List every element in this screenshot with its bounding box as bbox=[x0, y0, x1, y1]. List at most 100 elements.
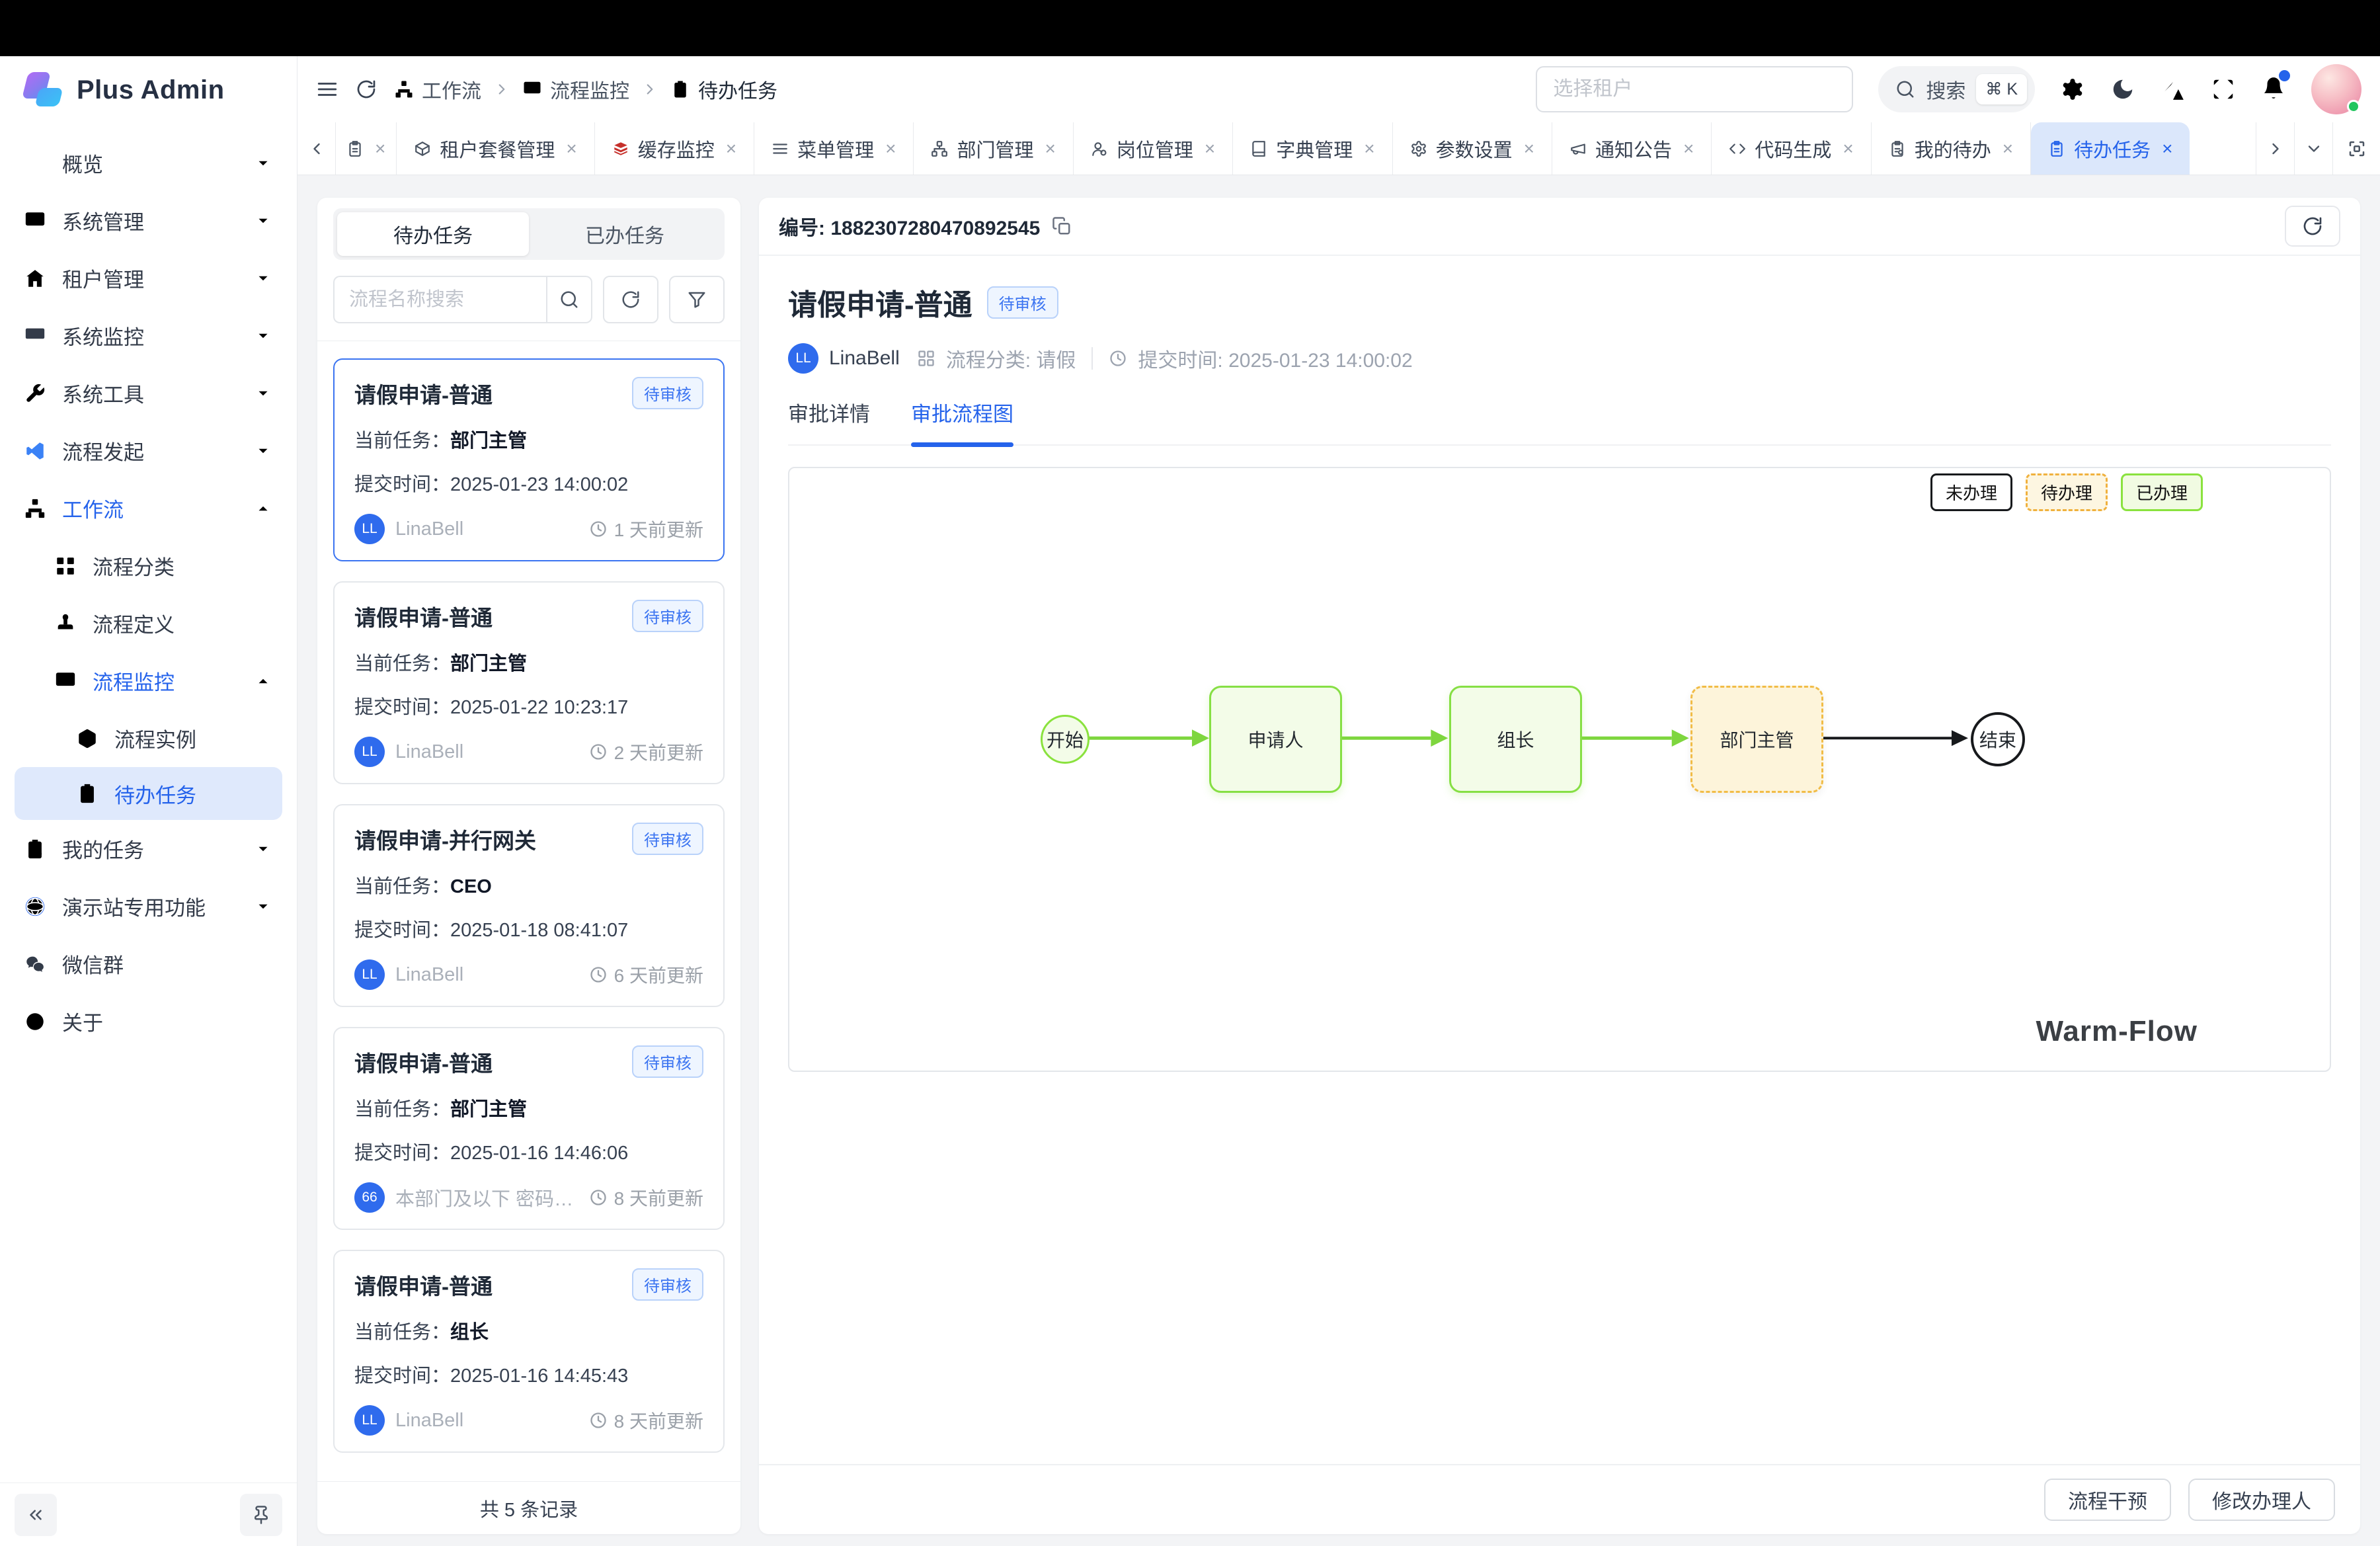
top-header: 工作流 流程监控 待办任务 搜索 ⌘ K bbox=[298, 56, 2380, 122]
tab-post-mgmt[interactable]: 岗位管理 × bbox=[1074, 122, 1233, 175]
task-list-panel: 待办任务 已办任务 bbox=[317, 198, 740, 1534]
close-icon[interactable]: × bbox=[375, 138, 385, 159]
settings-gear-icon[interactable] bbox=[2060, 77, 2085, 102]
flowchart-canvas[interactable]: 未办理 待办理 已办理 开始 申请人 组长 部门主管 结束 Warm-Flow bbox=[788, 467, 2331, 1072]
tab-code-gen[interactable]: 代码生成 × bbox=[1712, 122, 1871, 175]
segment-done-tasks[interactable]: 已办任务 bbox=[529, 212, 721, 256]
sidebar-item-system-mgmt[interactable]: 系统管理 bbox=[0, 192, 297, 249]
tab-cache-monitor[interactable]: 缓存监控 × bbox=[595, 122, 754, 175]
updated-text: 8 天前更新 bbox=[614, 1407, 703, 1434]
breadcrumb-todo-tasks[interactable]: 待办任务 bbox=[670, 75, 777, 104]
task-card[interactable]: 请假申请-普通 待审核 当前任务：部门主管 提交时间：2025-01-16 14… bbox=[333, 1027, 725, 1230]
tab-todo-tasks[interactable]: 待办任务 × bbox=[2031, 122, 2190, 175]
tenant-select-input[interactable] bbox=[1536, 66, 1853, 112]
close-icon[interactable]: × bbox=[1205, 138, 1215, 159]
tab-label: 字典管理 bbox=[1276, 135, 1353, 163]
sidebar-item-about[interactable]: 关于 bbox=[0, 993, 297, 1050]
tab-dept-mgmt[interactable]: 部门管理 × bbox=[914, 122, 1073, 175]
initiator-name: LinaBell bbox=[395, 741, 463, 763]
close-icon[interactable]: × bbox=[1843, 138, 1853, 159]
avatar: LL bbox=[788, 343, 818, 374]
copy-code-button[interactable] bbox=[1052, 216, 1072, 236]
global-search-button[interactable]: 搜索 ⌘ K bbox=[1878, 66, 2035, 112]
segment-todo-tasks[interactable]: 待办任务 bbox=[337, 212, 529, 256]
dark-mode-moon-icon[interactable] bbox=[2110, 77, 2135, 102]
sidebar-item-workflow[interactable]: 工作流 bbox=[0, 479, 297, 537]
tabs-more-button[interactable] bbox=[2294, 122, 2332, 175]
flow-name-search-input[interactable] bbox=[333, 276, 546, 323]
task-card[interactable]: 请假申请-并行网关 待审核 当前任务：CEO 提交时间：2025-01-18 0… bbox=[333, 804, 725, 1007]
user-avatar[interactable] bbox=[2311, 64, 2361, 114]
fullscreen-icon[interactable] bbox=[2211, 77, 2236, 102]
close-icon[interactable]: × bbox=[726, 138, 736, 159]
breadcrumb-workflow[interactable]: 工作流 bbox=[394, 75, 481, 104]
pin-sidebar-button[interactable] bbox=[240, 1494, 282, 1536]
search-button[interactable] bbox=[546, 276, 592, 323]
no-more-data-text: 没有更多数据了 bbox=[333, 1473, 725, 1481]
language-icon[interactable] bbox=[2161, 77, 2186, 102]
code-icon bbox=[1729, 140, 1746, 157]
process-title: 请假申请-普通 bbox=[788, 281, 972, 323]
change-assignee-button[interactable]: 修改办理人 bbox=[2188, 1479, 2335, 1521]
task-card[interactable]: 请假申请-普通 待审核 当前任务：组长 提交时间：2025-01-16 14:4… bbox=[333, 1250, 725, 1453]
refresh-page-button[interactable] bbox=[356, 79, 377, 100]
notifications-button[interactable] bbox=[2261, 75, 2286, 104]
sidebar-item-wechat-group[interactable]: 微信群 bbox=[0, 935, 297, 993]
close-icon[interactable]: × bbox=[2003, 138, 2013, 159]
sidebar-item-demo-features[interactable]: 演示站专用功能 bbox=[0, 877, 297, 935]
tab-approval-flowchart[interactable]: 审批流程图 bbox=[911, 397, 1013, 444]
tab-my-todo[interactable]: 我的待办 × bbox=[1872, 122, 2031, 175]
wechat-icon bbox=[24, 953, 46, 975]
content-fullscreen-button[interactable] bbox=[2332, 122, 2380, 175]
logo-icon bbox=[24, 72, 62, 108]
reset-button[interactable] bbox=[603, 276, 658, 323]
close-icon[interactable]: × bbox=[1683, 138, 1694, 159]
close-icon[interactable]: × bbox=[1524, 138, 1534, 159]
megaphone-icon bbox=[1569, 140, 1587, 157]
task-card[interactable]: 请假申请-普通 待审核 当前任务：部门主管 提交时间：2025-01-23 14… bbox=[333, 358, 725, 561]
tabs-scroll-right-button[interactable] bbox=[2256, 122, 2294, 175]
tab-param-settings[interactable]: 参数设置 × bbox=[1393, 122, 1552, 175]
sidebar-item-flow-start[interactable]: 流程发起 bbox=[0, 422, 297, 479]
sidebar-item-tenant-mgmt[interactable]: 租户管理 bbox=[0, 249, 297, 307]
sidebar-item-todo-tasks[interactable]: 待办任务 bbox=[15, 767, 282, 820]
toggle-sidebar-button[interactable] bbox=[316, 78, 338, 101]
tab-approval-detail[interactable]: 审批详情 bbox=[788, 397, 870, 444]
task-label: 当前任务： bbox=[354, 1099, 450, 1120]
task-card[interactable]: 请假申请-普通 待审核 当前任务：部门主管 提交时间：2025-01-22 10… bbox=[333, 581, 725, 784]
sidebar-item-process-monitor[interactable]: 流程监控 bbox=[0, 652, 297, 710]
task-value: 部门主管 bbox=[450, 430, 527, 452]
tab-tenant-package[interactable]: 租户套餐管理 × bbox=[397, 122, 594, 175]
close-icon[interactable]: × bbox=[1045, 138, 1056, 159]
tab-menu-mgmt[interactable]: 菜单管理 × bbox=[754, 122, 914, 175]
tabs-scroll-left-button[interactable] bbox=[298, 122, 336, 175]
close-icon[interactable]: × bbox=[2162, 138, 2172, 159]
close-icon[interactable]: × bbox=[566, 138, 576, 159]
tab-notice[interactable]: 通知公告 × bbox=[1552, 122, 1712, 175]
breadcrumb-process-monitor[interactable]: 流程监控 bbox=[522, 75, 629, 104]
sidebar-item-my-tasks[interactable]: 我的任务 bbox=[0, 820, 297, 877]
tab-dict-mgmt[interactable]: 字典管理 × bbox=[1233, 122, 1392, 175]
display-icon bbox=[24, 325, 46, 347]
collapse-sidebar-button[interactable] bbox=[15, 1494, 57, 1536]
task-icon bbox=[1889, 140, 1906, 157]
process-intervene-button[interactable]: 流程干预 bbox=[2044, 1479, 2171, 1521]
sidebar-item-overview[interactable]: 概览 bbox=[0, 134, 297, 192]
refresh-icon bbox=[356, 79, 377, 100]
sidebar-item-system-monitor[interactable]: 系统监控 bbox=[0, 307, 297, 364]
sidebar-item-process-category[interactable]: 流程分类 bbox=[0, 537, 297, 594]
sidebar-item-system-tools[interactable]: 系统工具 bbox=[0, 364, 297, 422]
app-logo[interactable]: Plus Admin bbox=[0, 56, 297, 124]
tab-partial[interactable]: × bbox=[336, 122, 397, 175]
close-icon[interactable]: × bbox=[885, 138, 896, 159]
sidebar-item-process-definition[interactable]: 流程定义 bbox=[0, 594, 297, 652]
redis-icon bbox=[612, 140, 629, 157]
home-icon bbox=[24, 267, 46, 290]
task-label: 当前任务： bbox=[354, 430, 450, 452]
close-icon[interactable]: × bbox=[1364, 138, 1374, 159]
sidebar-item-process-instance[interactable]: 流程实例 bbox=[0, 710, 297, 767]
filter-button[interactable] bbox=[669, 276, 725, 323]
detail-tabs: 审批详情 审批流程图 bbox=[788, 397, 2331, 446]
header-actions: 搜索 ⌘ K bbox=[1536, 64, 2361, 114]
refresh-detail-button[interactable] bbox=[2285, 206, 2340, 247]
